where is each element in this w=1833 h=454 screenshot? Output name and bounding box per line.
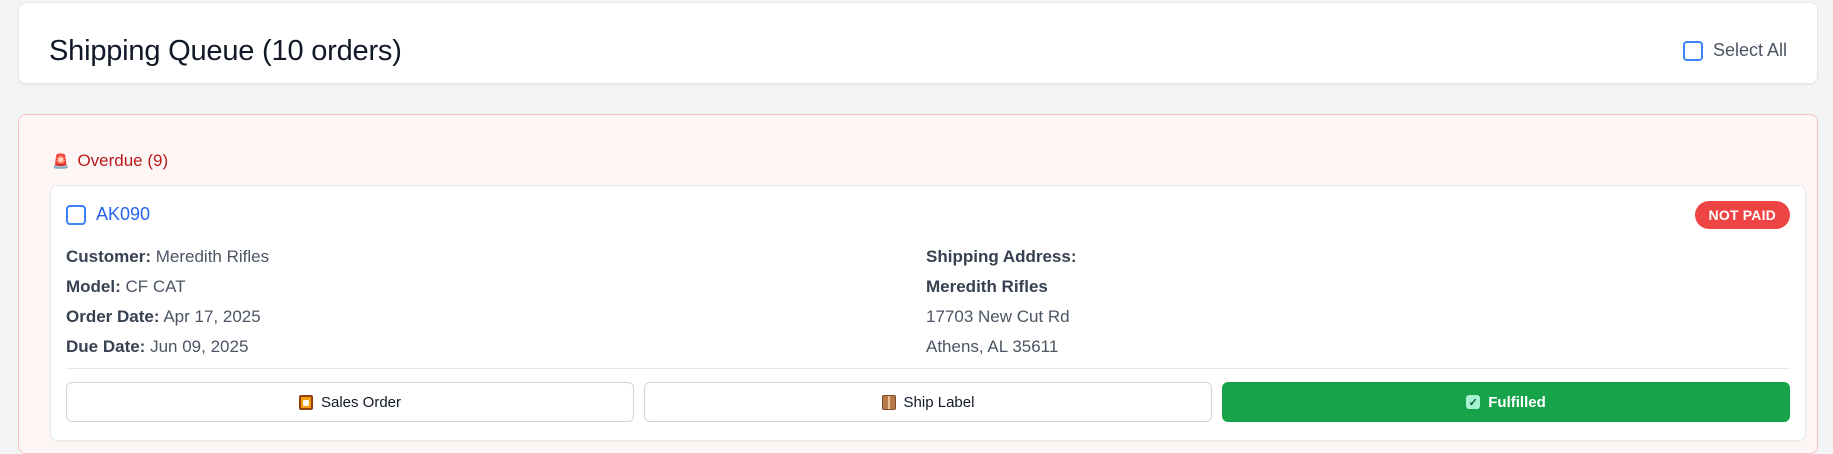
shipping-city: Athens, AL 35611 xyxy=(926,337,1059,356)
card-divider xyxy=(66,368,1790,369)
siren-icon: 🚨 xyxy=(52,153,70,169)
model-key: Model: xyxy=(66,277,121,296)
order-id-link[interactable]: AK090 xyxy=(96,204,150,225)
overdue-section: 🚨 Overdue (9) AK090 NOT PAID Customer: M… xyxy=(18,114,1818,454)
due-date-key: Due Date: xyxy=(66,337,146,356)
shipping-street: 17703 New Cut Rd xyxy=(926,307,1070,326)
clipboard-icon xyxy=(298,394,313,410)
order-header: AK090 xyxy=(66,204,150,225)
order-checkbox[interactable] xyxy=(66,204,86,225)
shipping-address: Shipping Address: Meredith Rifles 17703 … xyxy=(926,242,1077,362)
select-all-label: Select All xyxy=(1712,40,1787,60)
ship-label-label: Ship Label xyxy=(903,393,975,411)
package-icon xyxy=(881,394,896,410)
fulfilled-label: Fulfilled xyxy=(1488,393,1546,411)
order-date-detail: Order Date: Apr 17, 2025 xyxy=(66,302,269,332)
order-date-key: Order Date: xyxy=(66,307,160,326)
overdue-label: Overdue (9) xyxy=(77,151,169,170)
order-card: AK090 NOT PAID Customer: Meredith Rifles… xyxy=(50,185,1806,441)
payment-status-badge: NOT PAID xyxy=(1694,201,1790,229)
order-actions: Sales Order Ship Label ✓ Fulfilled xyxy=(66,382,1790,422)
queue-header: Shipping Queue (10 orders) Select All xyxy=(18,2,1818,84)
sales-order-button[interactable]: Sales Order xyxy=(66,382,634,422)
select-all-checkbox[interactable] xyxy=(1682,40,1703,61)
order-date-value: Apr 17, 2025 xyxy=(163,307,261,326)
model-value: CF CAT xyxy=(125,277,186,296)
order-details: Customer: Meredith Rifles Model: CF CAT … xyxy=(66,242,269,362)
select-all-control[interactable]: Select All xyxy=(1682,40,1787,61)
shipping-heading: Shipping Address: xyxy=(926,247,1077,266)
overdue-heading: 🚨 Overdue (9) xyxy=(52,151,168,171)
shipping-name: Meredith Rifles xyxy=(926,277,1048,296)
due-date-value: Jun 09, 2025 xyxy=(150,337,249,356)
page-title: Shipping Queue (10 orders) xyxy=(49,35,402,67)
check-icon: ✓ xyxy=(1466,395,1481,409)
customer-key: Customer: xyxy=(66,247,152,266)
sales-order-label: Sales Order xyxy=(320,393,402,411)
fulfilled-button[interactable]: ✓ Fulfilled xyxy=(1222,382,1790,422)
due-date-detail: Due Date: Jun 09, 2025 xyxy=(66,332,269,362)
model-detail: Model: CF CAT xyxy=(66,272,269,302)
customer-value: Meredith Rifles xyxy=(155,247,270,266)
customer-detail: Customer: Meredith Rifles xyxy=(66,242,269,272)
ship-label-button[interactable]: Ship Label xyxy=(644,382,1212,422)
